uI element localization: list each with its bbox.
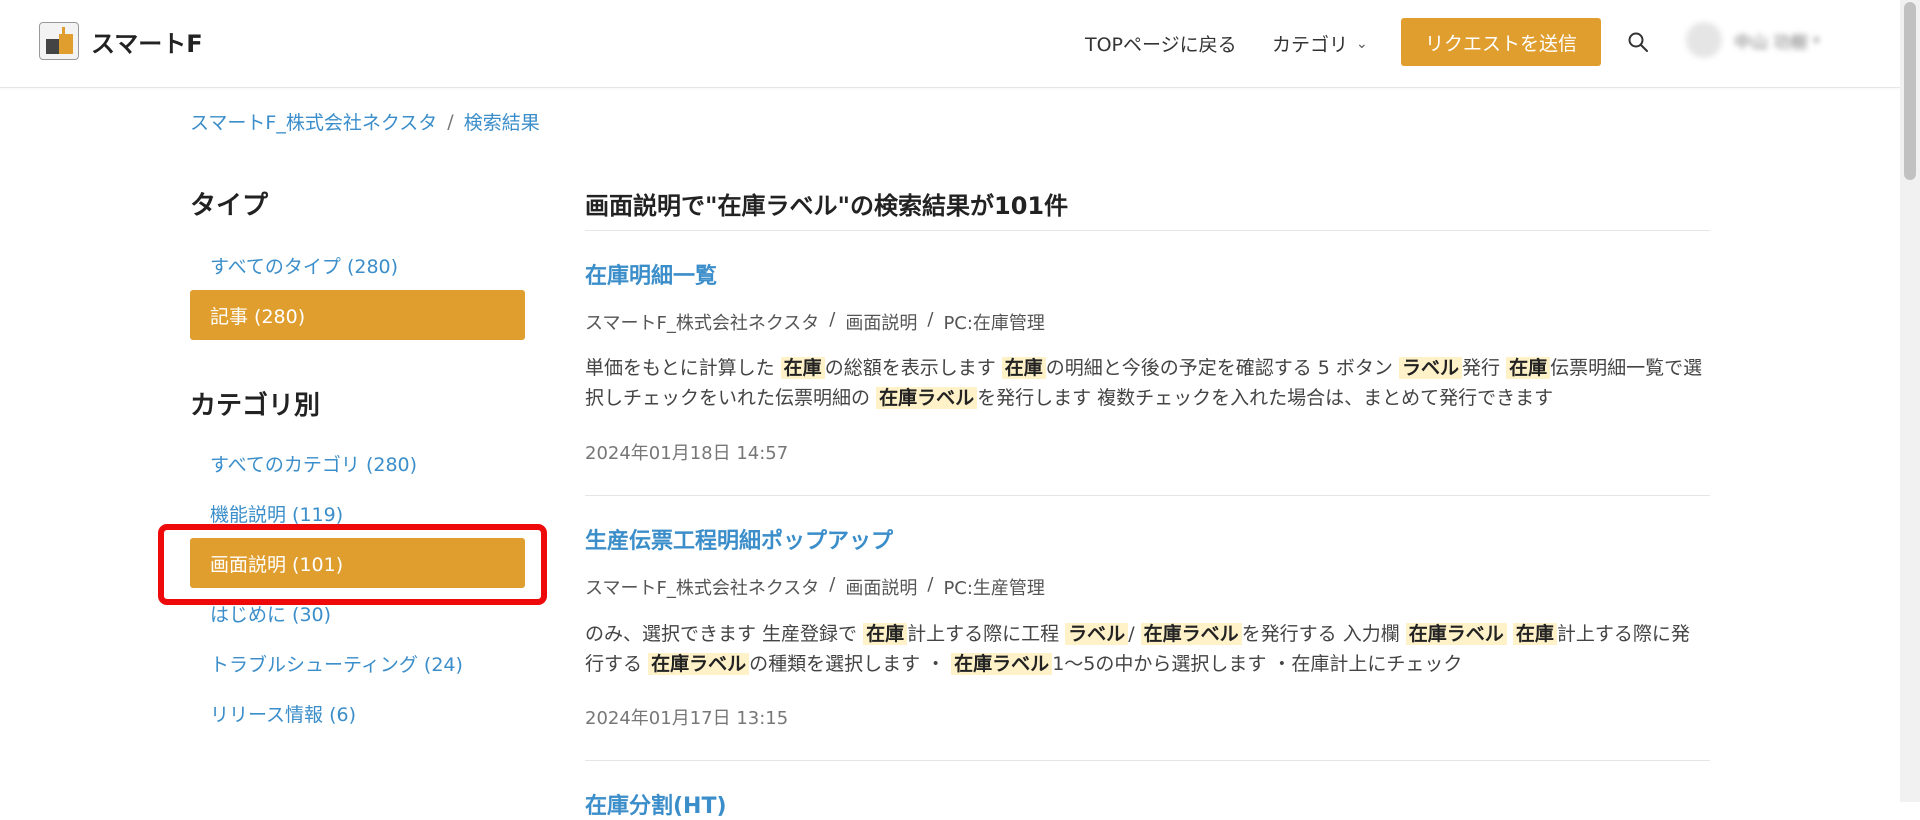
chevron-down-icon: ⌄ [1356, 35, 1368, 52]
sidebar-item-troubleshooting[interactable]: トラブルシューティング (24) [190, 638, 525, 688]
result-snippet: 単価をもとに計算した 在庫 の総額を表示します 在庫 の明細と今後の予定を確認する … [585, 353, 1705, 413]
result-breadcrumb: スマートF_株式会社ネクスタ / 画面説明 / PC:生産管理 [585, 574, 1045, 600]
user-menu[interactable]: 中山 功樹 ▾ [1686, 22, 1819, 58]
breadcrumb-separator: / [447, 110, 454, 133]
avatar [1686, 22, 1722, 58]
snippet-text: / [1128, 623, 1135, 645]
breadcrumb-separator: / [829, 574, 836, 595]
snippet-text: を発行する 入力欄 [1241, 623, 1400, 645]
result-crumb-link[interactable]: PC:在庫管理 [943, 309, 1045, 335]
snippet-text: 計上する際に工程 [907, 623, 1060, 645]
snippet-text: 発行 [1462, 357, 1501, 379]
breadcrumb-separator: / [927, 574, 934, 595]
search-term-highlight: 在庫ラベル [951, 653, 1053, 675]
search-term-highlight: 在庫ラベル [1405, 623, 1507, 645]
search-icon[interactable] [1626, 30, 1650, 54]
type-heading: タイプ [190, 191, 269, 221]
snippet-text: を発行します 複数チェックを入れた場合は、まとめて発行できます [977, 387, 1554, 409]
snippet-text: の総額を表示します [824, 357, 996, 379]
search-term-highlight: 在庫ラベル [876, 387, 978, 409]
scrollbar-thumb[interactable] [1904, 2, 1916, 180]
search-term-highlight: ラベル [1398, 357, 1462, 379]
search-term-highlight: 在庫 [780, 357, 825, 379]
logo-text: スマートF [91, 29, 203, 58]
breadcrumb: スマートF_株式会社ネクスタ / 検索結果 [190, 108, 540, 135]
nav-category-label: カテゴリ [1272, 34, 1349, 56]
snippet-text: 単価をもとに計算した [585, 357, 775, 379]
search-term-highlight: 在庫 [1512, 623, 1557, 645]
breadcrumb-separator: / [927, 309, 934, 330]
result-breadcrumb: スマートF_株式会社ネクスタ / 画面説明 / PC:在庫管理 [585, 309, 1045, 335]
page-scrollbar[interactable] [1900, 0, 1920, 802]
sidebar-item-all-types[interactable]: すべてのタイプ (280) [190, 240, 525, 290]
result-title[interactable]: 在庫分割(HT) [585, 788, 727, 820]
search-term-highlight: 在庫 [1506, 357, 1551, 379]
snippet-text: 1～5の中から選択します ・在庫計上にチェック [1052, 653, 1463, 675]
result-crumb-link[interactable]: スマートF_株式会社ネクスタ [585, 309, 819, 335]
breadcrumb-current[interactable]: 検索結果 [464, 108, 540, 135]
result-crumb-link[interactable]: スマートF_株式会社ネクスタ [585, 574, 819, 600]
results-heading: 画面説明で"在庫ラベル"の検索結果が101件 [585, 186, 1710, 231]
snippet-text: の明細と今後の予定を確認する 5 ボタン [1045, 357, 1393, 379]
user-name: 中山 功樹 [1734, 32, 1808, 53]
result-divider [585, 495, 1710, 496]
result-date: 2024年01月17日 13:15 [585, 708, 789, 729]
result-snippet: のみ、選択できます 生産登録で 在庫 計上する際に工程 ラベル / 在庫ラベル を発行… [585, 619, 1705, 679]
result-title[interactable]: 在庫明細一覧 [585, 258, 717, 290]
snippet-text: の種類を選択します ・ [749, 653, 946, 675]
category-heading: カテゴリ別 [190, 391, 321, 421]
chevron-down-icon: ▾ [1813, 33, 1820, 47]
nav-category-dropdown[interactable]: カテゴリ ⌄ [1272, 0, 1368, 87]
search-term-highlight: 在庫 [1001, 357, 1046, 379]
search-term-highlight: 在庫 [863, 623, 908, 645]
breadcrumb-separator: / [829, 309, 836, 330]
snippet-text: のみ、選択できます 生産登録で [585, 623, 858, 645]
result-crumb-link[interactable]: 画面説明 [845, 309, 917, 335]
result-divider [585, 760, 1710, 761]
sidebar-item-all-categories[interactable]: すべてのカテゴリ (280) [190, 438, 525, 488]
result-date: 2024年01月18日 14:57 [585, 443, 789, 464]
result-crumb-link[interactable]: 画面説明 [845, 574, 917, 600]
search-term-highlight: 在庫ラベル [1140, 623, 1242, 645]
search-term-highlight: 在庫ラベル [648, 653, 750, 675]
factory-logo-icon [39, 22, 79, 60]
result-title[interactable]: 生産伝票工程明細ポップアップ [585, 523, 893, 555]
breadcrumb-home-link[interactable]: スマートF_株式会社ネクスタ [190, 108, 437, 135]
nav-top-link[interactable]: TOPページに戻る [1085, 0, 1237, 87]
annotation-highlight-frame [158, 524, 547, 605]
result-crumb-link[interactable]: PC:生産管理 [943, 574, 1045, 600]
search-term-highlight: ラベル [1065, 623, 1129, 645]
send-request-button[interactable]: リクエストを送信 [1401, 18, 1601, 66]
top-header: スマートF TOPページに戻る カテゴリ ⌄ リクエストを送信 中山 功樹 ▾ [0, 0, 1900, 88]
sidebar-item-articles[interactable]: 記事 (280) [190, 290, 525, 340]
sidebar-item-release-notes[interactable]: リリース情報 (6) [190, 688, 525, 738]
site-logo[interactable]: スマートF [39, 22, 203, 60]
